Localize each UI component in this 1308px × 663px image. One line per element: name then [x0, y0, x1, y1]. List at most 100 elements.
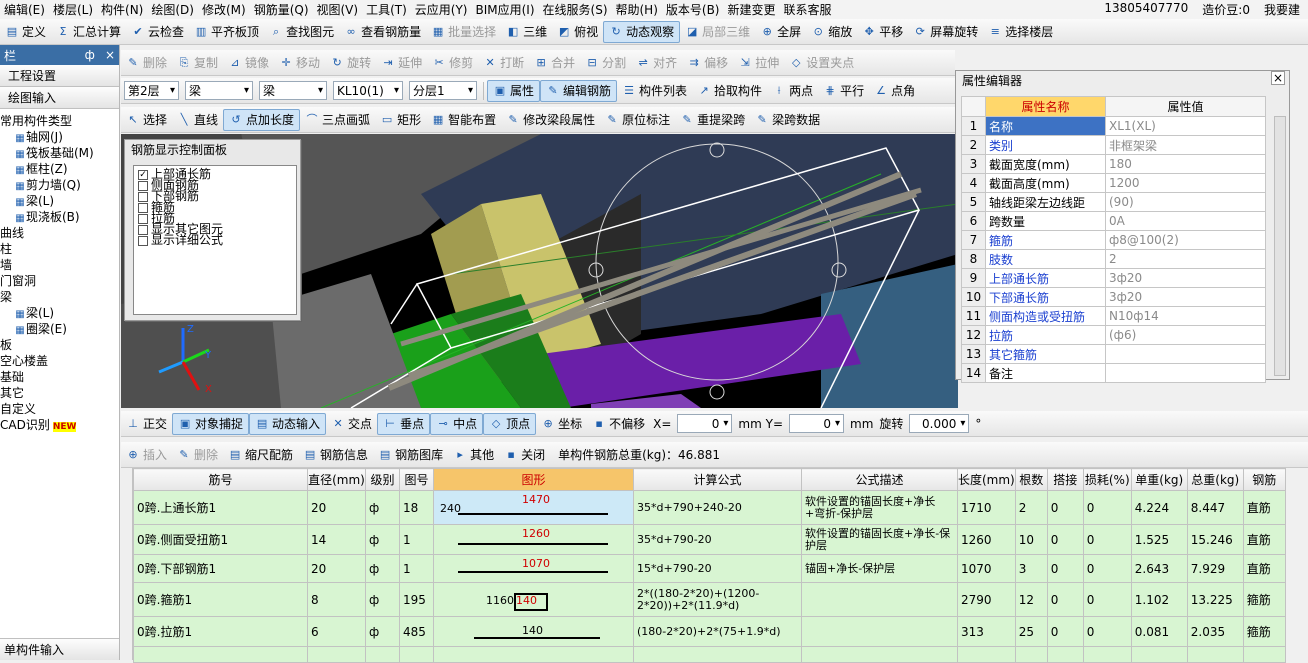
cell-len[interactable]: 1710	[957, 490, 1016, 525]
property-row[interactable]: 6 跨数量 0A	[961, 211, 1266, 231]
cell-loss[interactable]: 0	[1082, 490, 1132, 525]
cell-desc[interactable]: 软件设置的锚固长度+净长-保护层	[801, 524, 958, 555]
tree-item[interactable]: ▦轴网(J)	[0, 129, 119, 145]
cell-d[interactable]: 6	[307, 616, 366, 647]
cell-loss[interactable]: 0	[1082, 582, 1132, 617]
tb3-button-0[interactable]: ▣ 属性	[487, 79, 541, 102]
cell-tw[interactable]: 13.225	[1186, 582, 1244, 617]
cell-tw[interactable]: 2.035	[1186, 616, 1244, 647]
cell-d[interactable]: 20	[307, 554, 366, 583]
tree-item[interactable]: 梁	[0, 289, 119, 305]
property-value[interactable]: ф8@100(2)	[1105, 230, 1266, 250]
property-row[interactable]: 8 肢数 2	[961, 249, 1266, 269]
cell-d[interactable]: 8	[307, 582, 366, 617]
cell-g[interactable]: ф	[365, 554, 400, 583]
table-row[interactable]	[133, 646, 1286, 663]
property-value[interactable]: (90)	[1105, 192, 1266, 212]
cell-cnt[interactable]: 2	[1014, 490, 1048, 525]
tb3-button-1[interactable]: ✎ 编辑钢筋	[540, 79, 618, 102]
cell-kind[interactable]	[1242, 646, 1286, 663]
cell-cnt[interactable]: 10	[1014, 524, 1048, 555]
property-value[interactable]: XL1(XL)	[1105, 116, 1266, 136]
grid-col-header[interactable]: 根数	[1014, 468, 1048, 491]
cell-name[interactable]	[133, 646, 308, 663]
tb2-button-12[interactable]: ⇲ 拉伸	[733, 52, 784, 74]
tb4-button-9[interactable]: ✎ 梁跨数据	[750, 109, 825, 131]
single-component-input-tab[interactable]: 单构件输入	[0, 638, 119, 660]
cell-loss[interactable]: 0	[1082, 554, 1132, 583]
tb6-button-3[interactable]: ▤ 钢筋信息	[298, 444, 373, 466]
tb5-button-4[interactable]: ⊢ 垂点	[377, 412, 431, 435]
tb5-button-2[interactable]: ▤ 动态输入	[249, 412, 327, 435]
cell-name[interactable]: 0跨.下部钢筋1	[133, 554, 308, 583]
cell-len[interactable]: 313	[957, 616, 1016, 647]
cell-uw[interactable]	[1130, 646, 1188, 663]
x-input[interactable]: 0	[677, 414, 733, 433]
cell-no[interactable]: 1	[399, 554, 434, 583]
table-row[interactable]: 0跨.拉筋1 6 ф 485 140 (180-2*20)+2*(75+1.9*d) 313…	[133, 616, 1286, 647]
tb4-button-5[interactable]: ▦ 智能布置	[426, 109, 501, 131]
close-icon[interactable]: ×	[105, 48, 115, 62]
cell-g[interactable]	[365, 646, 400, 663]
cell-cnt[interactable]: 25	[1014, 616, 1048, 647]
tb5-button-3[interactable]: ✕ 交点	[326, 413, 377, 435]
cell-d[interactable]: 20	[307, 490, 366, 525]
tb6-button-0[interactable]: ⊕ 插入	[121, 444, 172, 466]
cell-calc[interactable]: 2*((180-2*20)+(1200-2*20))+2*(11.9*d)	[633, 582, 802, 617]
grid-col-header[interactable]: 直径(mm)	[307, 468, 366, 491]
tb1-button-11[interactable]: ⊕ 全屏	[755, 21, 806, 43]
cell-tw[interactable]	[1186, 646, 1244, 663]
layer-select[interactable]: 分层1	[409, 81, 477, 100]
grid-col-header[interactable]: 筋号	[133, 468, 308, 491]
cell-lap[interactable]: 0	[1046, 554, 1084, 583]
cell-lap[interactable]: 0	[1046, 616, 1084, 647]
tb2-button-0[interactable]: ✎ 删除	[121, 52, 172, 74]
menu-item[interactable]: 楼层(L)	[49, 1, 97, 18]
tb4-button-0[interactable]: ↖ 选择	[121, 109, 172, 131]
tb4-button-3[interactable]: ⌒ 三点画弧	[300, 109, 375, 131]
property-value[interactable]: (ф6)	[1105, 325, 1266, 345]
tree-item[interactable]: CAD识别 NEW	[0, 417, 119, 435]
checkbox[interactable]	[138, 180, 148, 191]
cell-len[interactable]: 1070	[957, 554, 1016, 583]
cell-kind[interactable]: 直筋	[1242, 524, 1286, 555]
tree-item[interactable]: 墙	[0, 257, 119, 273]
property-value[interactable]: 180	[1105, 154, 1266, 174]
rebar-option[interactable]: 显示详细公式	[138, 234, 296, 246]
cell-no[interactable]: 18	[399, 490, 434, 525]
cell-g[interactable]: ф	[365, 490, 400, 525]
tb2-button-6[interactable]: ✂ 修剪	[427, 52, 478, 74]
tb2-button-3[interactable]: ✛ 移动	[274, 52, 325, 74]
cell-kind[interactable]: 直筋	[1242, 490, 1286, 525]
help-link[interactable]: 我要建	[1260, 1, 1304, 18]
tb4-button-2[interactable]: ↺ 点加长度	[223, 108, 301, 131]
tb1-button-12[interactable]: ⊙ 缩放	[806, 21, 857, 43]
cell-tw[interactable]: 8.447	[1186, 490, 1244, 525]
tb3-button-4[interactable]: ⟊ 两点	[767, 80, 818, 102]
tb1-button-9[interactable]: ↻ 动态观察	[603, 20, 681, 43]
cell-no[interactable]: 485	[399, 616, 434, 647]
cell-cnt[interactable]: 3	[1014, 554, 1048, 583]
cell-kind[interactable]: 箍筋	[1242, 582, 1286, 617]
tb2-button-5[interactable]: ⇥ 延伸	[376, 52, 427, 74]
tb4-button-1[interactable]: ╲ 直线	[172, 109, 223, 131]
price-beans[interactable]: 造价豆:0	[1198, 1, 1254, 18]
tb1-button-10[interactable]: ◪ 局部三维	[680, 21, 755, 43]
menu-item[interactable]: 联系客服	[780, 1, 836, 18]
tb5-button-6[interactable]: ◇ 顶点	[483, 412, 537, 435]
menu-item[interactable]: 工具(T)	[362, 1, 411, 18]
tree-item[interactable]: 曲线	[0, 225, 119, 241]
tb3-button-6[interactable]: ∠ 点角	[869, 80, 920, 102]
property-row[interactable]: 3 截面宽度(mm) 180	[961, 154, 1266, 174]
cell-desc[interactable]	[801, 616, 958, 647]
cell-desc[interactable]	[801, 582, 958, 617]
tb1-button-1[interactable]: Σ 汇总计算	[51, 21, 126, 43]
cell-uw[interactable]: 2.643	[1130, 554, 1188, 583]
tb1-button-2[interactable]: ✔ 云检查	[126, 21, 189, 43]
tb1-button-8[interactable]: ◩ 俯视	[552, 21, 603, 43]
tb6-button-5[interactable]: ▸ 其他	[448, 444, 499, 466]
tb2-button-8[interactable]: ⊞ 合并	[529, 52, 580, 74]
tb5-button-5[interactable]: ⊸ 中点	[430, 412, 484, 435]
cell-g[interactable]: ф	[365, 582, 400, 617]
tb3-button-2[interactable]: ☰ 构件列表	[617, 80, 692, 102]
